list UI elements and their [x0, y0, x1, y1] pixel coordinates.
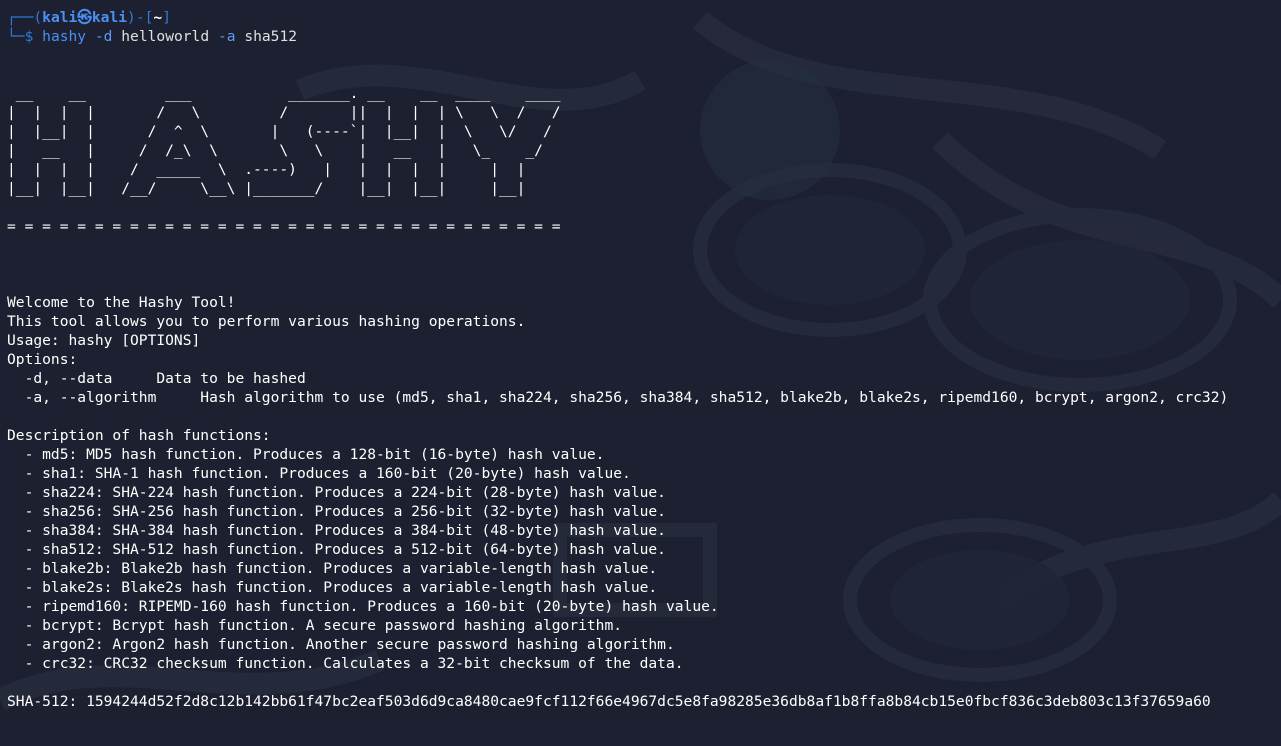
option-data: -d, --data Data to be hashed [7, 370, 306, 387]
banner-separator: = = = = = = = = = = = = = = = = = = = = … [7, 218, 561, 235]
prompt-frame-end: ] [162, 9, 171, 26]
description-item: - sha1: SHA-1 hash function. Produces a … [7, 465, 631, 482]
hash-result: SHA-512: 1594244d52f2d8c12b142bb61f47bc2… [7, 693, 1211, 710]
description-item: - bcrypt: Bcrypt hash function. A secure… [7, 617, 623, 634]
description-item: - sha256: SHA-256 hash function. Produce… [7, 503, 666, 520]
prompt-line: ┌──(kali㉿kali)-[~] [7, 8, 1281, 27]
command-name: hashy [42, 28, 87, 45]
prompt-user-host: kali㉿kali [42, 9, 128, 26]
hashy-ascii-banner: __ __ ___ _______. __ __ ____ ____ | | |… [7, 85, 561, 197]
description-item: - crc32: CRC32 checksum function. Calcul… [7, 655, 684, 672]
description-item: - sha512: SHA-512 hash function. Produce… [7, 541, 666, 558]
option-algorithm: -a, --algorithm Hash algorithm to use (m… [7, 389, 1229, 406]
description-item: - blake2s: Blake2s hash function. Produc… [7, 579, 658, 596]
welcome-text: Welcome to the Hashy Tool! [7, 294, 236, 311]
description-item: - md5: MD5 hash function. Produces a 128… [7, 446, 605, 463]
descriptions-header: Description of hash functions: [7, 427, 271, 444]
command-flag-data: -d [94, 28, 113, 45]
about-text: This tool allows you to perform various … [7, 313, 526, 330]
prompt-frame-mid: )-[ [127, 9, 154, 26]
prompt-dollar: └─$ [7, 28, 34, 45]
description-item: - sha224: SHA-224 hash function. Produce… [7, 484, 666, 501]
description-item: - ripemd160: RIPEMD-160 hash function. P… [7, 598, 719, 615]
prompt-frame-top: ┌──( [7, 9, 43, 26]
command-arg-data: helloworld [121, 28, 210, 45]
command-line: └─$ hashy -d helloworld -a sha512 [7, 27, 1281, 46]
usage-text: Usage: hashy [OPTIONS] [7, 332, 201, 349]
terminal-output[interactable]: ┌──(kali㉿kali)-[~] └─$ hashy -d hellowor… [7, 8, 1281, 711]
options-header: Options: [7, 351, 78, 368]
description-item: - blake2b: Blake2b hash function. Produc… [7, 560, 658, 577]
description-item: - sha384: SHA-384 hash function. Produce… [7, 522, 666, 539]
prompt-directory: ~ [153, 9, 163, 26]
description-item: - argon2: Argon2 hash function. Another … [7, 636, 675, 653]
command-flag-algorithm: -a [217, 28, 236, 45]
command-arg-algorithm: sha512 [244, 28, 298, 45]
